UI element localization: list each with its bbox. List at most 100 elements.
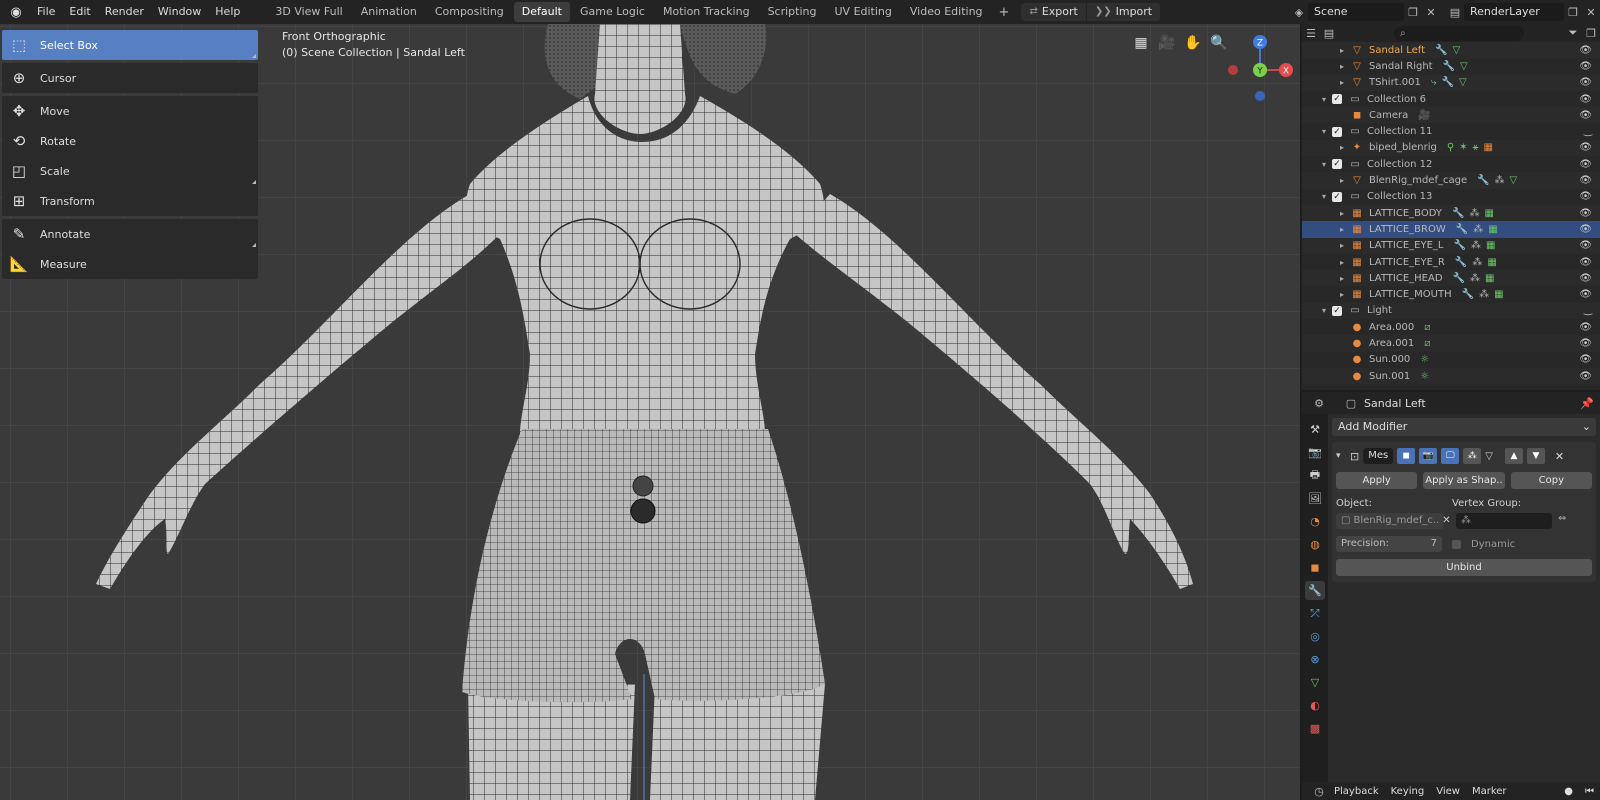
- outliner-row[interactable]: ▾ ✓ ▭ Collection 11 ‿: [1302, 123, 1600, 139]
- pan-hand-icon[interactable]: ✋: [1182, 32, 1204, 54]
- show-in-editmode-icon[interactable]: ◼: [1397, 448, 1416, 464]
- visibility-eye-icon[interactable]: 👁: [1579, 240, 1592, 251]
- outliner-new-collection-icon[interactable]: ❐: [1582, 24, 1600, 42]
- scene-close-icon[interactable]: ✕: [1422, 3, 1440, 21]
- tool-transform[interactable]: ⊞ Transform: [2, 186, 258, 216]
- tool-measure[interactable]: 📐 Measure: [2, 249, 258, 279]
- outliner-row[interactable]: ▸ ▦ LATTICE_HEAD 🔧 ⁂ ▦ 👁: [1302, 270, 1600, 287]
- apply-button[interactable]: Apply: [1336, 472, 1418, 489]
- show-in-viewport-icon[interactable]: 🖵: [1441, 448, 1460, 464]
- particles-tab-icon[interactable]: ⤱: [1305, 604, 1325, 623]
- gizmo-neg-z-axis[interactable]: [1255, 91, 1265, 101]
- show-in-render-icon[interactable]: 📷: [1419, 448, 1438, 464]
- modifier-name-field[interactable]: Mes: [1363, 448, 1394, 464]
- tab-default[interactable]: Default: [513, 2, 570, 22]
- outliner-row[interactable]: ▾ ✓ ▭ Light ‿: [1302, 302, 1600, 320]
- add-modifier-dropdown[interactable]: Add Modifier ⌄: [1332, 418, 1596, 436]
- outliner-row[interactable]: ● Sun.001 ☼ 👁: [1302, 367, 1600, 385]
- render-layer-field[interactable]: RenderLayer: [1464, 3, 1564, 21]
- visibility-eye-icon[interactable]: 👁: [1579, 273, 1592, 284]
- dynamic-checkbox[interactable]: [1452, 539, 1461, 549]
- menu-help[interactable]: Help: [208, 0, 247, 24]
- render-layer-close-icon[interactable]: ✕: [1582, 3, 1600, 21]
- tool-settings-tab-icon[interactable]: ⚒: [1305, 420, 1325, 439]
- grid-toggle-icon[interactable]: ▦: [1130, 32, 1152, 54]
- visibility-eye-icon[interactable]: 👁: [1579, 142, 1592, 153]
- navigation-gizmo[interactable]: Z Y X: [1224, 30, 1300, 106]
- 3d-viewport[interactable]: ⬚ Select Box ⊕ Cursor ✥ Move ⟲ Rotate ◰ …: [0, 24, 1300, 800]
- add-workspace-button[interactable]: +: [993, 5, 1016, 20]
- tab-3d-view-full[interactable]: 3D View Full: [267, 2, 350, 22]
- visibility-eye-icon[interactable]: 👁: [1579, 159, 1592, 170]
- view-layer-tab-icon[interactable]: 🖼: [1305, 489, 1325, 508]
- camera-view-icon[interactable]: 🎥: [1156, 32, 1178, 54]
- render-layer-copy-icon[interactable]: ❐: [1564, 3, 1582, 21]
- visibility-eye-icon[interactable]: 👁: [1579, 77, 1592, 88]
- timeline-marker-menu[interactable]: Marker: [1466, 786, 1513, 797]
- collapse-arrow-icon[interactable]: ▾: [1336, 451, 1346, 461]
- move-down-icon[interactable]: ▼: [1526, 448, 1545, 464]
- outliner-row[interactable]: ◼ Camera 🎥 👁: [1302, 107, 1600, 124]
- outliner-row[interactable]: ▾ ✓ ▭ Collection 12 👁: [1302, 156, 1600, 172]
- timeline-editor-type-icon[interactable]: ◷: [1310, 782, 1328, 800]
- render-tab-icon[interactable]: 📷: [1305, 443, 1325, 462]
- precision-field[interactable]: Precision: 7: [1336, 536, 1442, 552]
- scene-copy-icon[interactable]: ❐: [1404, 3, 1422, 21]
- outliner-row[interactable]: ▸ ▦ LATTICE_BODY 🔧 ⁂ ▦ 👁: [1302, 204, 1600, 222]
- material-tab-icon[interactable]: ◐: [1305, 696, 1325, 715]
- collection-checkbox[interactable]: ✓: [1332, 94, 1342, 105]
- tab-compositing[interactable]: Compositing: [427, 2, 512, 22]
- object-tab-icon[interactable]: ◼: [1305, 558, 1325, 577]
- timeline-view-menu[interactable]: View: [1430, 786, 1466, 797]
- tool-cursor[interactable]: ⊕ Cursor: [2, 63, 258, 93]
- visibility-eye-icon[interactable]: 👁: [1579, 45, 1592, 56]
- visibility-eye-icon[interactable]: ‿: [1584, 126, 1592, 137]
- outliner-editor-type-icon[interactable]: ☰: [1302, 24, 1320, 42]
- visibility-eye-icon[interactable]: 👁: [1579, 94, 1592, 105]
- visibility-eye-icon[interactable]: 👁: [1579, 61, 1592, 72]
- visibility-eye-icon[interactable]: 👁: [1579, 208, 1592, 219]
- blender-logo-icon[interactable]: ◉: [6, 2, 26, 22]
- visibility-eye-icon[interactable]: 👁: [1579, 175, 1592, 186]
- outliner-row[interactable]: ▸ ▦ LATTICE_EYE_L 🔧 ⁂ ▦ 👁: [1302, 237, 1600, 254]
- gizmo-neg-x-axis[interactable]: [1228, 65, 1238, 75]
- tool-scale[interactable]: ◰ Scale: [2, 156, 258, 186]
- outliner-row[interactable]: ▸ ▽ Sandal Left 🔧 ▽ 👁: [1302, 42, 1600, 59]
- outliner-row[interactable]: ▾ ✓ ▭ Collection 6 👁: [1302, 91, 1600, 107]
- outliner-row[interactable]: ▸ ▦ LATTICE_MOUTH 🔧 ⁂ ▦ 👁: [1302, 286, 1600, 302]
- collection-checkbox[interactable]: ✓: [1332, 159, 1342, 170]
- visibility-eye-icon[interactable]: 👁: [1579, 257, 1592, 268]
- import-button[interactable]: ❯❯ Import: [1085, 3, 1160, 21]
- visibility-eye-icon[interactable]: 👁: [1579, 191, 1592, 202]
- menu-edit[interactable]: Edit: [62, 0, 97, 24]
- invert-vertex-group-icon[interactable]: ⇔: [1558, 513, 1566, 529]
- tool-rotate[interactable]: ⟲ Rotate: [2, 126, 258, 156]
- properties-editor-type-icon[interactable]: ⚙: [1310, 394, 1328, 412]
- outliner-row[interactable]: ● Area.001 ⧄ 👁: [1302, 335, 1600, 352]
- tab-video-editing[interactable]: Video Editing: [902, 2, 991, 22]
- constraints-tab-icon[interactable]: ⊗: [1305, 650, 1325, 669]
- tool-select-box[interactable]: ⬚ Select Box: [2, 30, 258, 60]
- outliner-filter-icon[interactable]: ⏷: [1564, 24, 1582, 42]
- collection-checkbox[interactable]: ✓: [1332, 126, 1342, 137]
- tab-uv-editing[interactable]: UV Editing: [827, 2, 900, 22]
- render-layer-icon[interactable]: ▤: [1446, 3, 1464, 21]
- scene-icon[interactable]: ◈: [1290, 3, 1308, 21]
- outliner-row-selected[interactable]: ▸ ▦ LATTICE_BROW 🔧 ⁂ ▦ 👁: [1302, 221, 1600, 238]
- outliner-row[interactable]: ▾ ✓ ▭ Collection 13 👁: [1302, 189, 1600, 205]
- scene-tab-icon[interactable]: ◔: [1305, 512, 1325, 531]
- tab-game-logic[interactable]: Game Logic: [572, 2, 653, 22]
- export-button[interactable]: ⇄ Export: [1021, 3, 1085, 21]
- visibility-eye-icon[interactable]: 👁: [1579, 371, 1592, 382]
- tab-scripting[interactable]: Scripting: [760, 2, 825, 22]
- menu-window[interactable]: Window: [151, 0, 208, 24]
- scene-name-field[interactable]: Scene: [1308, 3, 1404, 21]
- timeline-keying-menu[interactable]: Keying: [1385, 786, 1431, 797]
- physics-tab-icon[interactable]: ◎: [1305, 627, 1325, 646]
- clear-object-icon[interactable]: ✕: [1442, 513, 1450, 529]
- pin-icon[interactable]: 📌: [1578, 394, 1596, 412]
- outliner-row[interactable]: ▸ ▽ Sandal Right 🔧 ▽ 👁: [1302, 58, 1600, 74]
- outliner-search-input[interactable]: ⌕: [1394, 25, 1524, 41]
- modifier-tab-icon[interactable]: 🔧: [1305, 581, 1325, 600]
- visibility-eye-icon[interactable]: 👁: [1579, 322, 1592, 333]
